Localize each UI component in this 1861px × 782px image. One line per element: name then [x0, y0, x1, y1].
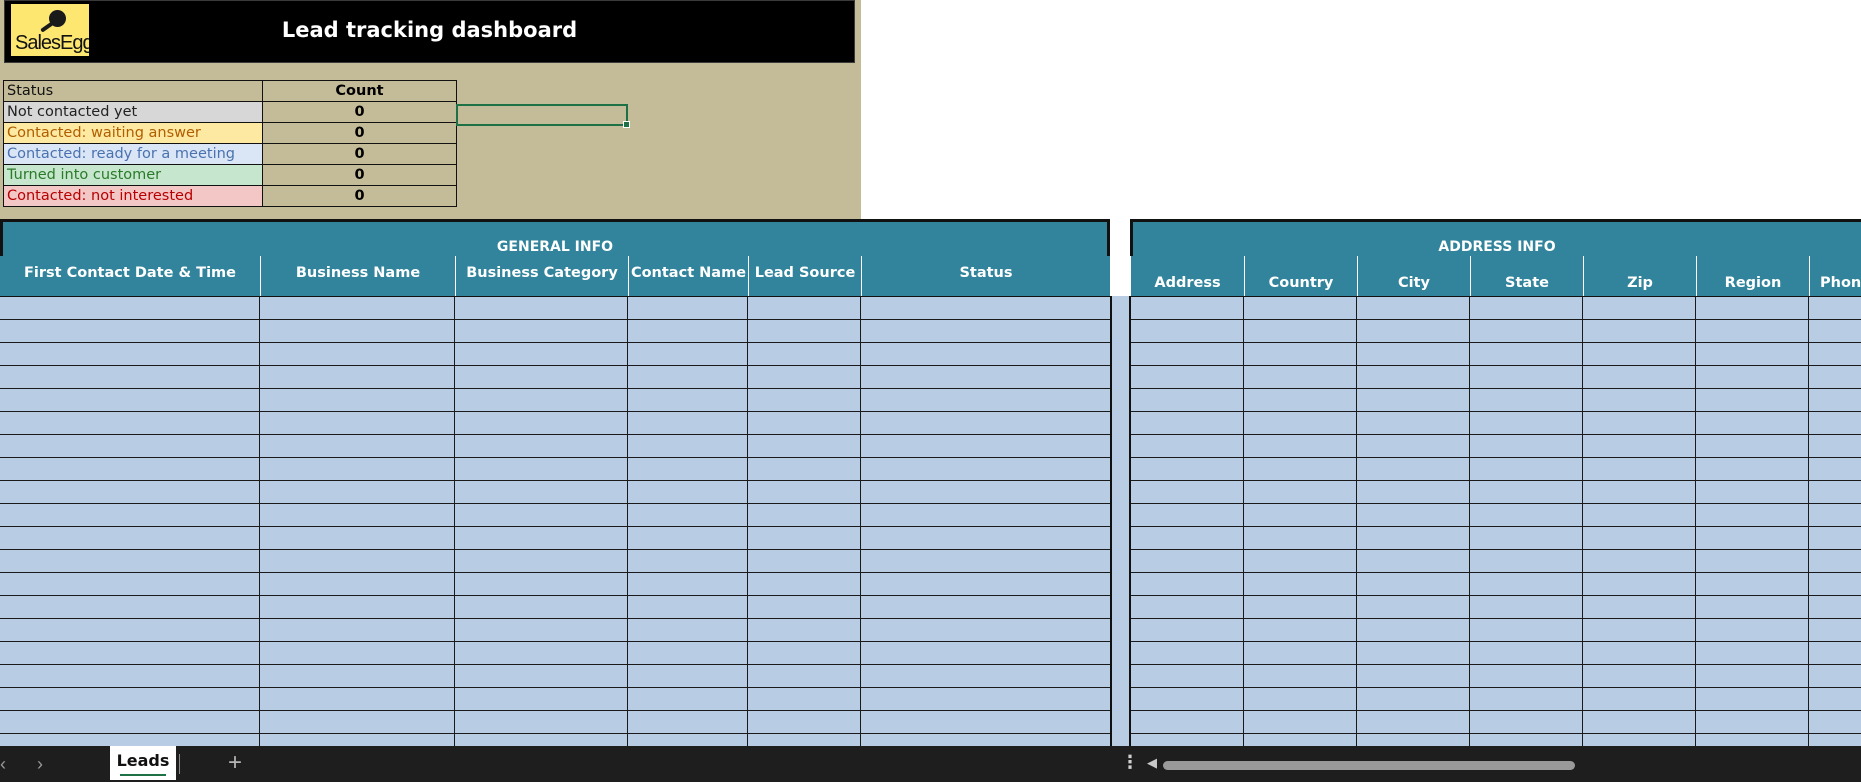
column-header-country[interactable]: Country [1244, 256, 1357, 296]
status-summary-table: Status Count Not contacted yet 0 Contact… [3, 80, 457, 207]
status-summary-header: Status Count [3, 80, 457, 102]
status-label-cell[interactable]: Contacted: waiting answer [3, 122, 263, 144]
sheet-tab-leads[interactable]: Leads [110, 746, 176, 780]
status-header-cell[interactable]: Status [3, 80, 263, 102]
status-count-cell[interactable]: 0 [262, 101, 457, 123]
column-header-state[interactable]: State [1470, 256, 1583, 296]
title-bar: SalesEgg Lead tracking dashboard [4, 0, 855, 63]
scrollbar-thumb[interactable] [1163, 761, 1575, 770]
general-info-section-header[interactable]: GENERAL INFO [0, 219, 1110, 256]
chevron-right-icon[interactable]: › [37, 754, 43, 775]
status-count-cell[interactable]: 0 [262, 185, 457, 207]
status-row-not-contacted: Not contacted yet 0 [3, 101, 457, 123]
status-row-not-interested: Contacted: not interested 0 [3, 185, 457, 207]
column-header-business-category[interactable]: Business Category [455, 256, 628, 296]
column-header-phone[interactable]: Phone [1809, 256, 1861, 296]
status-row-ready-meeting: Contacted: ready for a meeting 0 [3, 143, 457, 165]
sheet-tab-bar: ‹ › Leads + ⋮ ◀ [0, 746, 1861, 782]
horizontal-scrollbar[interactable] [1163, 761, 1853, 770]
status-count-cell[interactable]: 0 [262, 164, 457, 186]
dashboard-title: Lead tracking dashboard [281, 18, 578, 42]
plus-icon[interactable]: + [228, 749, 242, 777]
active-cell-selection[interactable] [456, 104, 630, 128]
status-label-cell[interactable]: Not contacted yet [3, 101, 263, 123]
status-row-waiting-answer: Contacted: waiting answer 0 [3, 122, 457, 144]
column-header-lead-source[interactable]: Lead Source [748, 256, 861, 296]
column-header-city[interactable]: City [1357, 256, 1470, 296]
column-header-first-contact[interactable]: First Contact Date & Time [0, 256, 260, 296]
vertical-dots-icon[interactable]: ⋮ [1121, 752, 1139, 773]
address-info-data-grid[interactable] [1131, 296, 1861, 746]
column-header-region[interactable]: Region [1696, 256, 1809, 296]
count-header-cell[interactable]: Count [262, 80, 457, 102]
address-column-headers: Address Country City State Zip Region Ph… [1131, 256, 1861, 296]
column-header-contact-name[interactable]: Contact Name [628, 256, 748, 296]
status-count-cell[interactable]: 0 [262, 122, 457, 144]
status-label-cell[interactable]: Contacted: ready for a meeting [3, 143, 263, 165]
tab-divider [179, 754, 180, 774]
status-row-customer: Turned into customer 0 [3, 164, 457, 186]
column-header-status[interactable]: Status [861, 256, 1110, 296]
general-column-headers: First Contact Date & Time Business Name … [0, 256, 1110, 296]
chevron-left-icon[interactable]: ‹ [0, 754, 6, 775]
status-label-cell[interactable]: Contacted: not interested [3, 185, 263, 207]
section-gap-column[interactable] [1110, 296, 1131, 746]
triangle-left-icon[interactable]: ◀ [1147, 755, 1157, 771]
column-header-address[interactable]: Address [1131, 256, 1244, 296]
address-info-section-header[interactable]: ADDRESS INFO [1130, 219, 1861, 256]
status-count-cell[interactable]: 0 [262, 143, 457, 165]
general-info-data-grid[interactable] [0, 296, 1110, 746]
column-header-business-name[interactable]: Business Name [260, 256, 455, 296]
column-header-zip[interactable]: Zip [1583, 256, 1696, 296]
status-label-cell[interactable]: Turned into customer [3, 164, 263, 186]
